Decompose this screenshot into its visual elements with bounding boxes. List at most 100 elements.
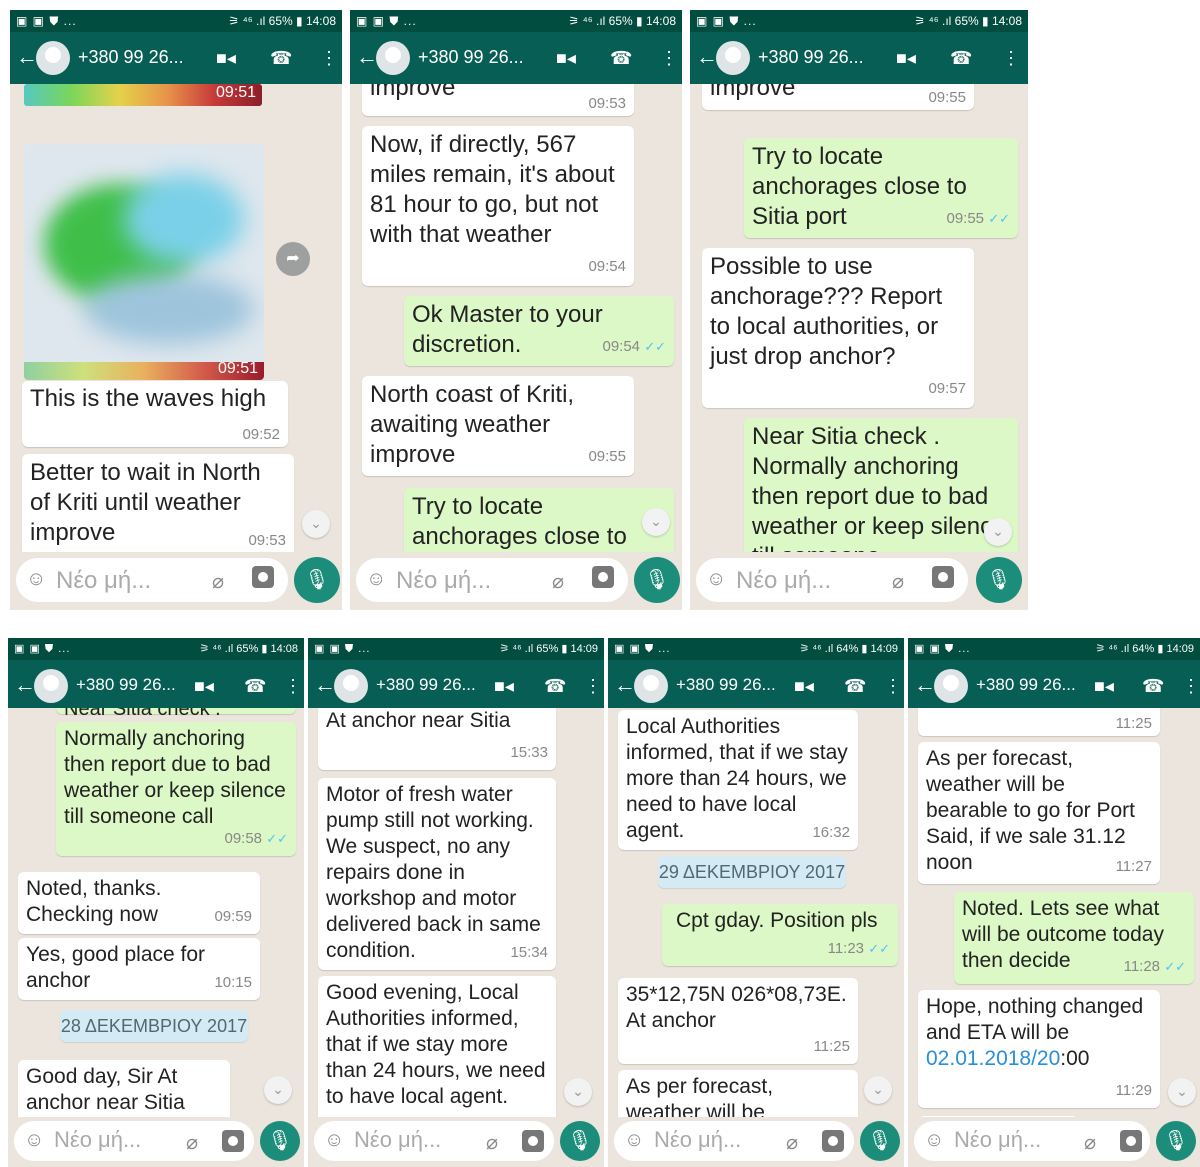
emoji-icon[interactable]: ☺ [706, 568, 726, 591]
back-arrow-icon[interactable]: ← [16, 45, 38, 69]
camera-icon[interactable] [592, 566, 614, 588]
video-call-icon[interactable]: ■◂ [1094, 675, 1114, 697]
scroll-down-button[interactable]: ⌄ [1168, 1078, 1196, 1106]
back-arrow-icon[interactable]: ← [614, 673, 636, 697]
camera-icon[interactable] [932, 566, 954, 588]
phone-call-icon[interactable]: ☎ [544, 675, 566, 697]
video-call-icon[interactable]: ■◂ [896, 47, 916, 69]
phone-call-icon[interactable]: ☎ [610, 47, 632, 69]
avatar[interactable] [334, 669, 368, 703]
back-arrow-icon[interactable]: ← [14, 673, 36, 697]
emoji-icon[interactable]: ☺ [324, 1129, 344, 1152]
menu-dots-icon[interactable]: ⋮ [284, 675, 302, 697]
contact-name[interactable]: +380 99 26... [976, 675, 1076, 695]
outgoing-message[interactable]: Noted. Lets see what will be outcome tod… [954, 892, 1194, 984]
emoji-icon[interactable]: ☺ [366, 568, 386, 591]
incoming-message[interactable]: At anchor near Sitia 15:33 [318, 708, 556, 770]
message-list[interactable]: Local Authorities informed, that if we s… [608, 708, 904, 1117]
message-input[interactable]: ☺ Νέο μή... ⌀ [614, 1121, 854, 1161]
phone-call-icon[interactable]: ☎ [1142, 675, 1164, 697]
contact-name[interactable]: +380 99 26... [76, 675, 176, 695]
contact-name[interactable]: +380 99 26... [758, 47, 864, 68]
incoming-message[interactable]: Local Authorities informed, that if we s… [618, 710, 858, 850]
phone-call-icon[interactable]: ☎ [950, 47, 972, 69]
video-call-icon[interactable]: ■◂ [794, 675, 814, 697]
mic-button[interactable]: 🎙 [260, 1121, 300, 1161]
incoming-message[interactable]: improve 09:53 [362, 84, 634, 116]
outgoing-message[interactable]: Try to locate anchorages close to Sitia … [744, 138, 1018, 238]
attach-icon[interactable]: ⌀ [186, 1130, 198, 1155]
camera-icon[interactable] [222, 1130, 244, 1152]
mic-button[interactable]: 🎙 [1156, 1121, 1196, 1161]
camera-icon[interactable] [522, 1130, 544, 1152]
emoji-icon[interactable]: ☺ [624, 1129, 644, 1152]
avatar[interactable] [934, 669, 968, 703]
attach-icon[interactable]: ⌀ [212, 569, 224, 594]
back-arrow-icon[interactable]: ← [356, 45, 378, 69]
message-list[interactable]: 11:25 As per forecast, weather will be b… [908, 708, 1200, 1117]
incoming-message[interactable]: Good day, Sir At anchor near Sitia [18, 1060, 230, 1117]
camera-icon[interactable] [252, 566, 274, 588]
scroll-down-button[interactable]: ⌄ [264, 1076, 292, 1104]
menu-dots-icon[interactable]: ⋮ [1182, 675, 1200, 697]
incoming-message[interactable]: This is the waves high 09:52 [22, 381, 288, 447]
camera-icon[interactable] [822, 1130, 844, 1152]
attach-icon[interactable]: ⌀ [892, 569, 904, 594]
menu-dots-icon[interactable]: ⋮ [584, 675, 602, 697]
incoming-message[interactable]: Motor of fresh water pump still not work… [318, 778, 556, 970]
contact-name[interactable]: +380 99 26... [676, 675, 776, 695]
attach-icon[interactable]: ⌀ [1084, 1130, 1096, 1155]
mic-button[interactable]: 🎙 [634, 557, 680, 603]
outgoing-message[interactable]: Try to locate anchorages close to [404, 488, 674, 552]
message-list[interactable]: Near Sitia check . Normally anchoring th… [8, 708, 304, 1117]
scroll-down-button[interactable]: ⌄ [642, 508, 670, 536]
avatar[interactable] [716, 41, 750, 75]
mic-button[interactable]: 🎙 [294, 557, 340, 603]
message-list[interactable]: 09:51 09:51 ➦ This is the waves high 09:… [10, 84, 342, 552]
video-call-icon[interactable]: ■◂ [216, 47, 236, 69]
incoming-message[interactable]: As per forecast, weather will be [618, 1070, 858, 1117]
outgoing-message[interactable]: Near Sitia check . [56, 708, 296, 720]
incoming-message[interactable]: As per forecast, weather will be bearabl… [918, 742, 1160, 884]
incoming-message[interactable]: Possible to use anchorage??? Report to l… [702, 248, 974, 408]
attach-icon[interactable]: ⌀ [486, 1130, 498, 1155]
incoming-message[interactable]: Hope, nothing changed and ETA will be 02… [918, 990, 1160, 1108]
contact-name[interactable]: +380 99 26... [418, 47, 524, 68]
phone-call-icon[interactable]: ☎ [244, 675, 266, 697]
attach-icon[interactable]: ⌀ [786, 1130, 798, 1155]
menu-dots-icon[interactable]: ⋮ [320, 47, 338, 69]
emoji-icon[interactable]: ☺ [26, 568, 46, 591]
mic-button[interactable]: 🎙 [560, 1121, 600, 1161]
weather-scale-image[interactable]: 09:51 [24, 84, 262, 106]
message-list[interactable]: At anchor near Sitia 15:33 Motor of fres… [308, 708, 604, 1117]
menu-dots-icon[interactable]: ⋮ [1002, 47, 1020, 69]
incoming-message[interactable]: North coast of Kriti, awaiting weather i… [362, 376, 634, 476]
back-arrow-icon[interactable]: ← [314, 673, 336, 697]
weather-map-image[interactable]: 09:51 [24, 144, 264, 380]
message-input[interactable]: ☺ Νέο μή... ⌀ [914, 1121, 1150, 1161]
mic-button[interactable]: 🎙 [860, 1121, 900, 1161]
incoming-message[interactable]: Noted, thanks. Checking now 09:59 [18, 872, 260, 934]
message-input[interactable]: ☺ Νέο μή... ⌀ [356, 558, 628, 602]
incoming-message[interactable]: improve 09:55 [702, 84, 974, 110]
scroll-down-button[interactable]: ⌄ [564, 1078, 592, 1106]
eta-date-link[interactable]: 02.01.2018/20 [926, 1047, 1060, 1070]
video-call-icon[interactable]: ■◂ [494, 675, 514, 697]
avatar[interactable] [34, 669, 68, 703]
avatar[interactable] [36, 41, 70, 75]
contact-name[interactable]: +380 99 26... [376, 675, 476, 695]
phone-call-icon[interactable]: ☎ [270, 47, 292, 69]
scroll-down-button[interactable]: ⌄ [984, 518, 1012, 546]
emoji-icon[interactable]: ☺ [924, 1129, 944, 1152]
attach-icon[interactable]: ⌀ [552, 569, 564, 594]
camera-icon[interactable] [1120, 1130, 1142, 1152]
outgoing-message[interactable]: Cpt gday. Position pls 11:23 ✓✓ [662, 904, 898, 966]
menu-dots-icon[interactable]: ⋮ [660, 47, 678, 69]
incoming-message[interactable]: 11:25 [918, 708, 1160, 736]
scroll-down-button[interactable]: ⌄ [302, 510, 330, 538]
incoming-message[interactable]: 35*12,75N 026*08,73E. At anchor 11:25 [618, 978, 858, 1064]
contact-name[interactable]: +380 99 26... [78, 47, 184, 68]
menu-dots-icon[interactable]: ⋮ [884, 675, 902, 697]
emoji-icon[interactable]: ☺ [24, 1129, 44, 1152]
message-input[interactable]: ☺ Νέο μή... ⌀ [14, 1121, 254, 1161]
